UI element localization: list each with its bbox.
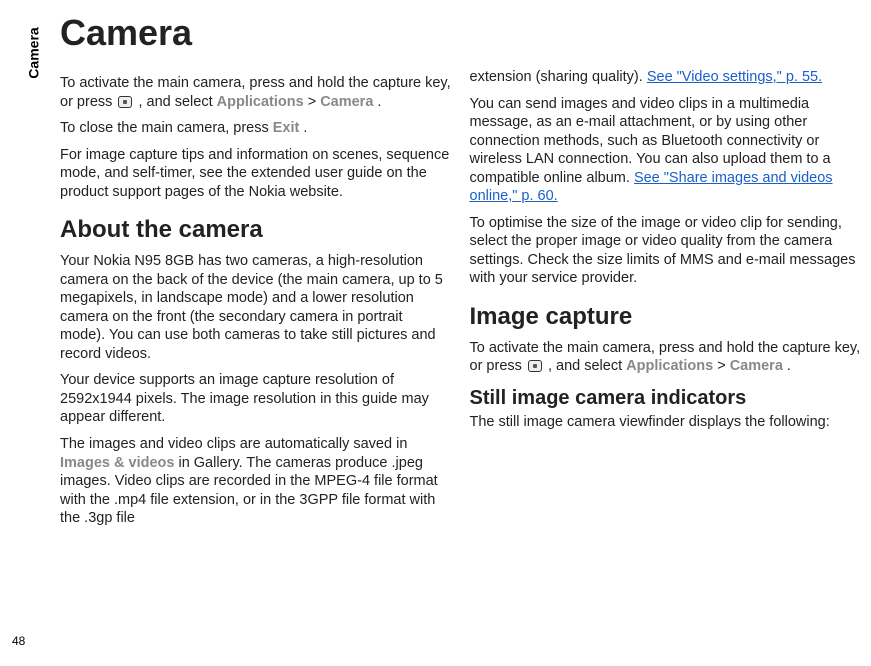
paragraph: You can send images and video clips in a… (470, 95, 862, 206)
text: > (308, 94, 321, 110)
text: To close the main camera, press (60, 120, 273, 136)
sidebar-section-label: Camera (26, 27, 42, 78)
left-column: Camera To activate the main camera, pres… (60, 10, 452, 656)
subheading-indicators: Still image camera indicators (470, 386, 862, 412)
text: . (303, 120, 307, 136)
text: . (787, 358, 791, 374)
menu-item-images-videos: Images & videos (60, 455, 174, 471)
text: , and select (548, 358, 626, 374)
paragraph: The still image camera viewfinder displa… (470, 413, 862, 432)
paragraph: To close the main camera, press Exit . (60, 119, 452, 138)
page-number: 48 (12, 634, 25, 648)
paragraph: Your device supports an image capture re… (60, 371, 452, 427)
paragraph: The images and video clips are automatic… (60, 435, 452, 528)
paragraph: To activate the main camera, press and h… (60, 74, 452, 111)
paragraph: To activate the main camera, press and h… (470, 339, 862, 376)
menu-item-applications: Applications (626, 358, 713, 374)
link-video-settings[interactable]: See "Video settings," p. 55. (647, 69, 822, 85)
menu-item-camera: Camera (320, 94, 373, 110)
paragraph: To optimise the size of the image or vid… (470, 214, 862, 288)
text: . (377, 94, 381, 110)
section-heading-image-capture: Image capture (470, 302, 862, 333)
menu-item-applications: Applications (217, 94, 304, 110)
text: The images and video clips are automatic… (60, 436, 407, 452)
menu-key-icon (528, 360, 542, 372)
section-heading-about: About the camera (60, 215, 452, 246)
menu-item-camera: Camera (730, 358, 783, 374)
right-column: extension (sharing quality). See "Video … (470, 10, 862, 656)
text: , and select (138, 94, 216, 110)
menu-item-exit: Exit (273, 120, 300, 136)
menu-key-icon (118, 96, 132, 108)
paragraph: For image capture tips and information o… (60, 146, 452, 202)
paragraph: Your Nokia N95 8GB has two cameras, a hi… (60, 252, 452, 363)
page-title: Camera (60, 10, 452, 56)
paragraph: extension (sharing quality). See "Video … (470, 68, 862, 87)
content-area: Camera To activate the main camera, pres… (60, 10, 861, 656)
text: > (717, 358, 730, 374)
text: extension (sharing quality). (470, 69, 647, 85)
